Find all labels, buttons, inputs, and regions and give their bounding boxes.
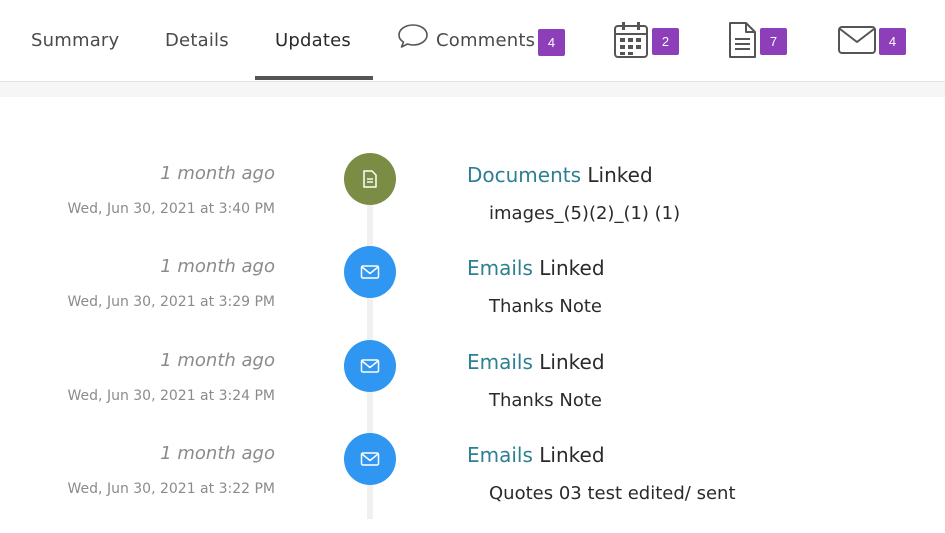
timeline-entry: 1 month ago Wed, Jun 30, 2021 at 3:29 PM… <box>0 246 945 346</box>
document-icon <box>344 153 396 205</box>
timeline-entry: 1 month ago Wed, Jun 30, 2021 at 3:22 PM… <box>0 433 945 533</box>
entry-action: Linked <box>532 443 605 467</box>
relative-time: 1 month ago <box>160 163 275 184</box>
comments-count-badge: 4 <box>538 29 565 56</box>
entry-title: Emails Linked <box>467 443 605 467</box>
entry-kind-link[interactable]: Emails <box>467 443 533 467</box>
entry-kind-link[interactable]: Documents <box>467 163 581 187</box>
timeline-entry: 1 month ago Wed, Jun 30, 2021 at 3:24 PM… <box>0 340 945 440</box>
documents-count-badge: 7 <box>760 28 787 55</box>
timestamp: Wed, Jun 30, 2021 at 3:29 PM <box>67 294 275 310</box>
relative-time: 1 month ago <box>160 443 275 464</box>
tab-comments-label: Comments <box>436 30 536 51</box>
tab-emails[interactable]: 4 <box>837 23 912 59</box>
entry-detail: Thanks Note <box>489 296 602 317</box>
content-header-band <box>0 82 945 97</box>
entry-kind-link[interactable]: Emails <box>467 350 533 374</box>
relative-time: 1 month ago <box>160 350 275 371</box>
calendar-icon <box>613 21 649 63</box>
entry-action: Linked <box>581 163 653 187</box>
entry-detail: Quotes 03 test edited/ sent <box>489 483 736 504</box>
tab-details[interactable]: Details <box>165 30 229 51</box>
tab-updates[interactable]: Updates <box>275 30 351 51</box>
entry-detail: images_(5)(2)_(1) (1) <box>489 203 681 224</box>
entry-kind-link[interactable]: Emails <box>467 256 533 280</box>
tab-documents[interactable]: 7 <box>727 21 797 61</box>
tab-calendar[interactable]: 2 <box>613 21 683 61</box>
record-tab-bar: Summary Details Updates Comments 4 2 7 4 <box>0 0 945 82</box>
active-tab-indicator <box>255 76 373 80</box>
calendar-count-badge: 2 <box>652 28 679 55</box>
relative-time: 1 month ago <box>160 256 275 277</box>
timeline-entry: 1 month ago Wed, Jun 30, 2021 at 3:40 PM… <box>0 153 945 253</box>
entry-action: Linked <box>532 256 605 280</box>
envelope-icon <box>344 433 396 485</box>
timestamp: Wed, Jun 30, 2021 at 3:24 PM <box>67 388 275 404</box>
document-icon <box>727 21 757 63</box>
entry-detail: Thanks Note <box>489 390 602 411</box>
tab-summary[interactable]: Summary <box>31 30 119 51</box>
envelope-icon <box>837 25 877 59</box>
entry-title: Emails Linked <box>467 256 605 280</box>
envelope-icon <box>344 246 396 298</box>
timestamp: Wed, Jun 30, 2021 at 3:40 PM <box>67 201 275 217</box>
comment-bubble-icon <box>397 23 429 53</box>
entry-title: Documents Linked <box>467 163 653 187</box>
envelope-icon <box>344 340 396 392</box>
timestamp: Wed, Jun 30, 2021 at 3:22 PM <box>67 481 275 497</box>
entry-action: Linked <box>532 350 605 374</box>
entry-title: Emails Linked <box>467 350 605 374</box>
tab-comments[interactable]: Comments 4 <box>397 23 567 59</box>
emails-count-badge: 4 <box>879 28 906 55</box>
